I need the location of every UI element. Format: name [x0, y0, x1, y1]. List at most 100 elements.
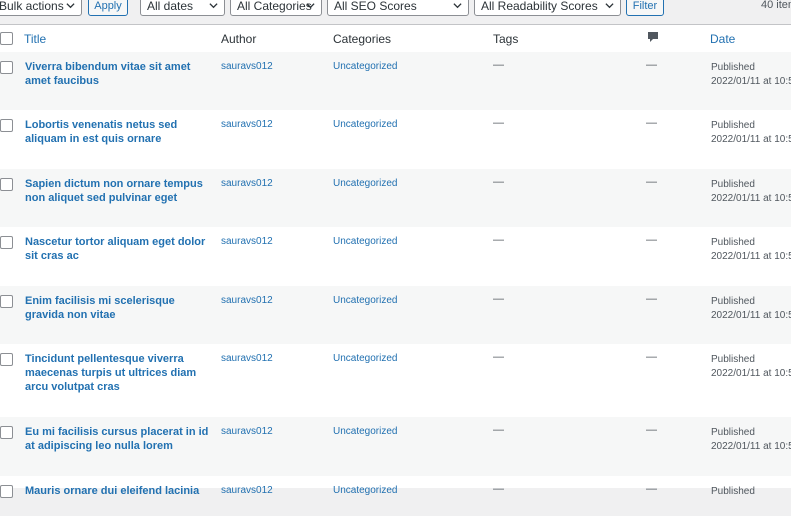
post-date-value: 2022/01/11 at 10:5 [711, 310, 791, 321]
select-all-checkbox[interactable] [0, 32, 13, 45]
categories-filter-select[interactable]: All Categories [230, 0, 322, 16]
row-checkbox[interactable] [0, 295, 13, 308]
table-row: Eu mi facilisis cursus placerat in id at… [0, 417, 791, 476]
readability-scores-filter-select[interactable]: All Readability Scores [474, 0, 621, 16]
row-checkbox[interactable] [0, 178, 13, 191]
seo-scores-filter-label: All SEO Scores [334, 0, 417, 13]
column-categories: Categories [333, 32, 392, 46]
posts-table: Title Author Categories Tags Date Viverr… [0, 24, 791, 498]
post-author-link[interactable]: sauravs012 [221, 236, 273, 247]
comment-bubble-icon[interactable] [647, 31, 659, 44]
row-checkbox[interactable] [0, 236, 13, 249]
chevron-down-icon [605, 3, 614, 9]
filter-button[interactable]: Filter [626, 0, 664, 16]
seo-scores-filter-select[interactable]: All SEO Scores [327, 0, 469, 16]
post-date: Published 2022/01/11 at 10:5 [711, 295, 791, 323]
post-category-link[interactable]: Uncategorized [333, 295, 397, 306]
post-date: Published [711, 485, 755, 499]
post-comments: — [646, 59, 657, 71]
table-row: Tincidunt pellentesque viverra maecenas … [0, 344, 791, 417]
post-comments: — [646, 483, 657, 495]
post-comments: — [646, 293, 657, 305]
post-tags: — [493, 424, 504, 436]
post-category-link[interactable]: Uncategorized [333, 119, 397, 130]
post-category-link[interactable]: Uncategorized [333, 353, 397, 364]
post-status: Published [711, 62, 755, 73]
post-category-link[interactable]: Uncategorized [333, 236, 397, 247]
table-row: Nascetur tortor aliquam eget dolor sit c… [0, 227, 791, 286]
post-author-link[interactable]: sauravs012 [221, 61, 273, 72]
row-checkbox[interactable] [0, 426, 13, 439]
post-author-link[interactable]: sauravs012 [221, 119, 273, 130]
post-category-link[interactable]: Uncategorized [333, 61, 397, 72]
column-title-sort[interactable]: Title [24, 32, 46, 46]
post-comments: — [646, 424, 657, 436]
post-comments: — [646, 351, 657, 363]
post-category-link[interactable]: Uncategorized [333, 178, 397, 189]
bulk-actions-label: Bulk actions [0, 0, 64, 13]
chevron-down-icon [306, 3, 315, 9]
column-date-sort[interactable]: Date [710, 32, 735, 46]
post-status: Published [711, 296, 755, 307]
chevron-down-icon [209, 3, 218, 9]
tablenav-top: Bulk actions Apply All dates All Categor… [0, 0, 791, 24]
table-row: Sapien dictum non ornare tempus non aliq… [0, 169, 791, 227]
post-author-link[interactable]: sauravs012 [221, 178, 273, 189]
dates-filter-label: All dates [147, 0, 194, 13]
post-status: Published [711, 179, 755, 190]
post-author-link[interactable]: sauravs012 [221, 295, 273, 306]
post-date: Published 2022/01/11 at 10:5 [711, 353, 791, 381]
post-category-link[interactable]: Uncategorized [333, 426, 397, 437]
post-date-value: 2022/01/11 at 10:5 [711, 193, 791, 204]
table-header: Title Author Categories Tags Date [0, 25, 791, 53]
post-title-link[interactable]: Sapien dictum non ornare tempus non aliq… [25, 177, 210, 205]
post-author-link[interactable]: sauravs012 [221, 426, 273, 437]
post-tags: — [493, 176, 504, 188]
post-status: Published [711, 237, 755, 248]
post-date-value: 2022/01/11 at 10:5 [711, 134, 791, 145]
post-comments: — [646, 176, 657, 188]
post-date-value: 2022/01/11 at 10:5 [711, 441, 791, 452]
post-status: Published [711, 120, 755, 131]
categories-filter-label: All Categories [237, 0, 312, 13]
post-status: Published [711, 427, 755, 438]
row-checkbox[interactable] [0, 119, 13, 132]
post-title-link[interactable]: Tincidunt pellentesque viverra maecenas … [25, 352, 210, 394]
post-tags: — [493, 351, 504, 363]
post-tags: — [493, 59, 504, 71]
chevron-down-icon [66, 3, 75, 9]
row-checkbox[interactable] [0, 353, 13, 366]
post-author-link[interactable]: sauravs012 [221, 353, 273, 364]
post-date-value: 2022/01/11 at 10:5 [711, 76, 791, 87]
post-date: Published 2022/01/11 at 10:5 [711, 61, 791, 89]
post-comments: — [646, 234, 657, 246]
post-date: Published 2022/01/11 at 10:5 [711, 426, 791, 454]
dates-filter-select[interactable]: All dates [140, 0, 225, 16]
readability-scores-filter-label: All Readability Scores [481, 0, 598, 13]
post-date: Published 2022/01/11 at 10:5 [711, 119, 791, 147]
post-date: Published 2022/01/11 at 10:5 [711, 178, 791, 206]
post-tags: — [493, 234, 504, 246]
post-date-value: 2022/01/11 at 10:5 [711, 368, 791, 379]
post-date-value: 2022/01/11 at 10:5 [711, 251, 791, 262]
column-tags: Tags [493, 32, 519, 46]
post-comments: — [646, 117, 657, 129]
post-status: Published [711, 486, 755, 497]
post-title-link[interactable]: Nascetur tortor aliquam eget dolor sit c… [25, 235, 210, 263]
table-row: Enim facilisis mi scelerisque gravida no… [0, 286, 791, 344]
table-row: Viverra bibendum vitae sit amet amet fau… [0, 52, 791, 110]
column-author: Author [221, 32, 257, 46]
table-row: Mauris ornare dui eleifend lacinia saura… [0, 476, 791, 516]
post-title-link[interactable]: Enim facilisis mi scelerisque gravida no… [25, 294, 210, 322]
apply-button[interactable]: Apply [88, 0, 128, 16]
post-title-link[interactable]: Viverra bibendum vitae sit amet amet fau… [25, 60, 210, 88]
bulk-actions-select[interactable]: Bulk actions [0, 0, 82, 16]
post-title-link[interactable]: Eu mi facilisis cursus placerat in id at… [25, 425, 210, 453]
post-title-link[interactable]: Lobortis venenatis netus sed aliquam in … [25, 118, 210, 146]
post-tags: — [493, 483, 504, 495]
table-row: Lobortis venenatis netus sed aliquam in … [0, 110, 791, 169]
item-count: 40 item [761, 0, 791, 11]
post-tags: — [493, 293, 504, 305]
row-checkbox[interactable] [0, 61, 13, 74]
post-title-link[interactable]: Mauris ornare dui eleifend lacinia [25, 484, 210, 498]
